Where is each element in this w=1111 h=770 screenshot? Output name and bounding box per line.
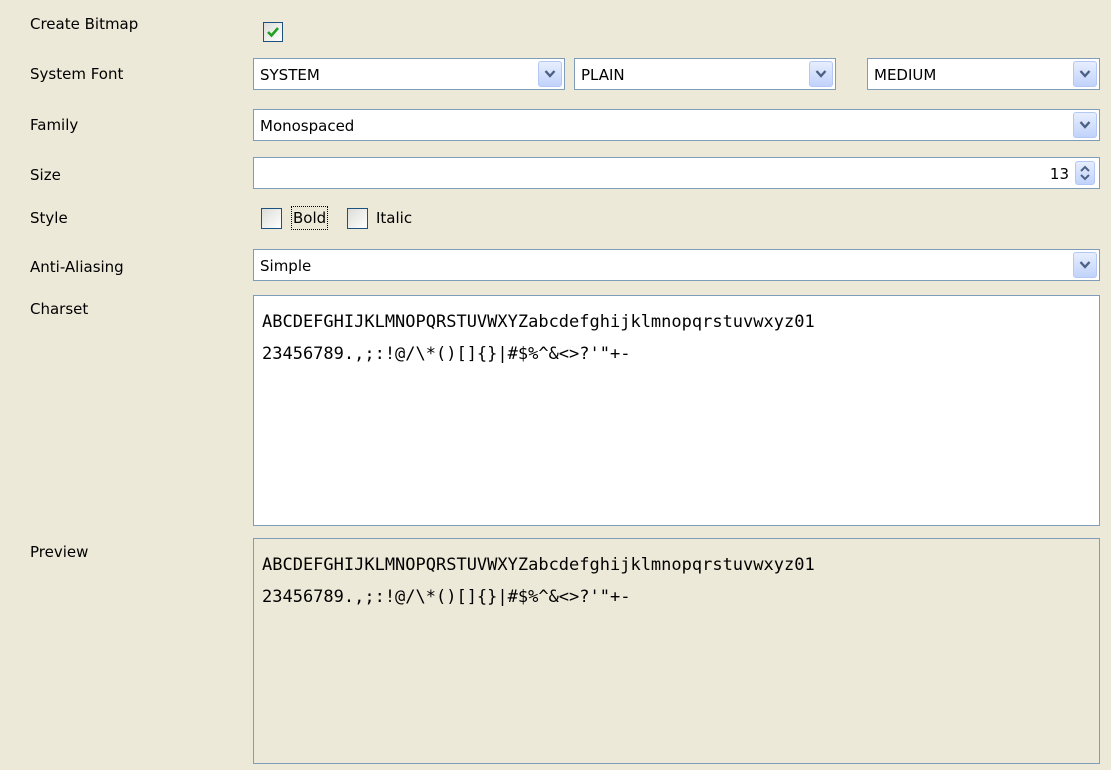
charset-textarea[interactable]: ABCDEFGHIJKLMNOPQRSTUVWXYZabcdefghijklmn…	[253, 295, 1100, 526]
italic-label[interactable]: Italic	[376, 208, 412, 228]
family-dropdown[interactable]: Monospaced	[253, 109, 1100, 141]
bold-label[interactable]: Bold	[290, 206, 329, 230]
anti-aliasing-value: Simple	[260, 257, 312, 275]
preview-area: ABCDEFGHIJKLMNOPQRSTUVWXYZabcdefghijklmn…	[253, 538, 1100, 764]
family-label: Family	[30, 116, 79, 134]
preview-line-2: 23456789.,;:!@/\*()[]{}|#$%^&<>?'"+-	[262, 587, 631, 607]
style-label: Style	[30, 209, 68, 227]
chevron-down-icon[interactable]	[1073, 252, 1097, 278]
system-font-style-value: PLAIN	[581, 66, 625, 84]
system-font-size-value: MEDIUM	[874, 66, 937, 84]
system-font-name-dropdown[interactable]: SYSTEM	[253, 58, 565, 90]
anti-aliasing-label: Anti-Aliasing	[30, 258, 124, 276]
create-bitmap-checkbox[interactable]	[263, 22, 283, 42]
family-value: Monospaced	[260, 117, 355, 135]
system-font-name-value: SYSTEM	[260, 66, 320, 84]
italic-checkbox[interactable]	[347, 208, 368, 229]
system-font-size-dropdown[interactable]: MEDIUM	[867, 58, 1100, 90]
chevron-down-icon[interactable]	[1073, 112, 1097, 138]
bold-checkbox[interactable]	[261, 208, 282, 229]
size-value: 13	[1049, 165, 1069, 183]
chevron-down-icon[interactable]	[538, 61, 562, 87]
charset-line-2: 23456789.,;:!@/\*()[]{}|#$%^&<>?'"+-	[262, 344, 631, 364]
anti-aliasing-dropdown[interactable]: Simple	[253, 249, 1100, 281]
system-font-label: System Font	[30, 65, 124, 83]
charset-label: Charset	[30, 300, 89, 318]
charset-line-1: ABCDEFGHIJKLMNOPQRSTUVWXYZabcdefghijklmn…	[262, 312, 815, 332]
size-spinner[interactable]: 13	[253, 157, 1100, 189]
create-bitmap-label: Create Bitmap	[30, 15, 139, 33]
chevron-down-icon[interactable]	[1073, 61, 1097, 87]
preview-label: Preview	[30, 543, 89, 561]
chevron-down-icon[interactable]	[809, 61, 833, 87]
size-label: Size	[30, 166, 61, 184]
preview-line-1: ABCDEFGHIJKLMNOPQRSTUVWXYZabcdefghijklmn…	[262, 555, 815, 575]
system-font-style-dropdown[interactable]: PLAIN	[574, 58, 836, 90]
checkmark-icon	[267, 27, 279, 38]
spinner-arrows-icon[interactable]	[1075, 161, 1095, 185]
